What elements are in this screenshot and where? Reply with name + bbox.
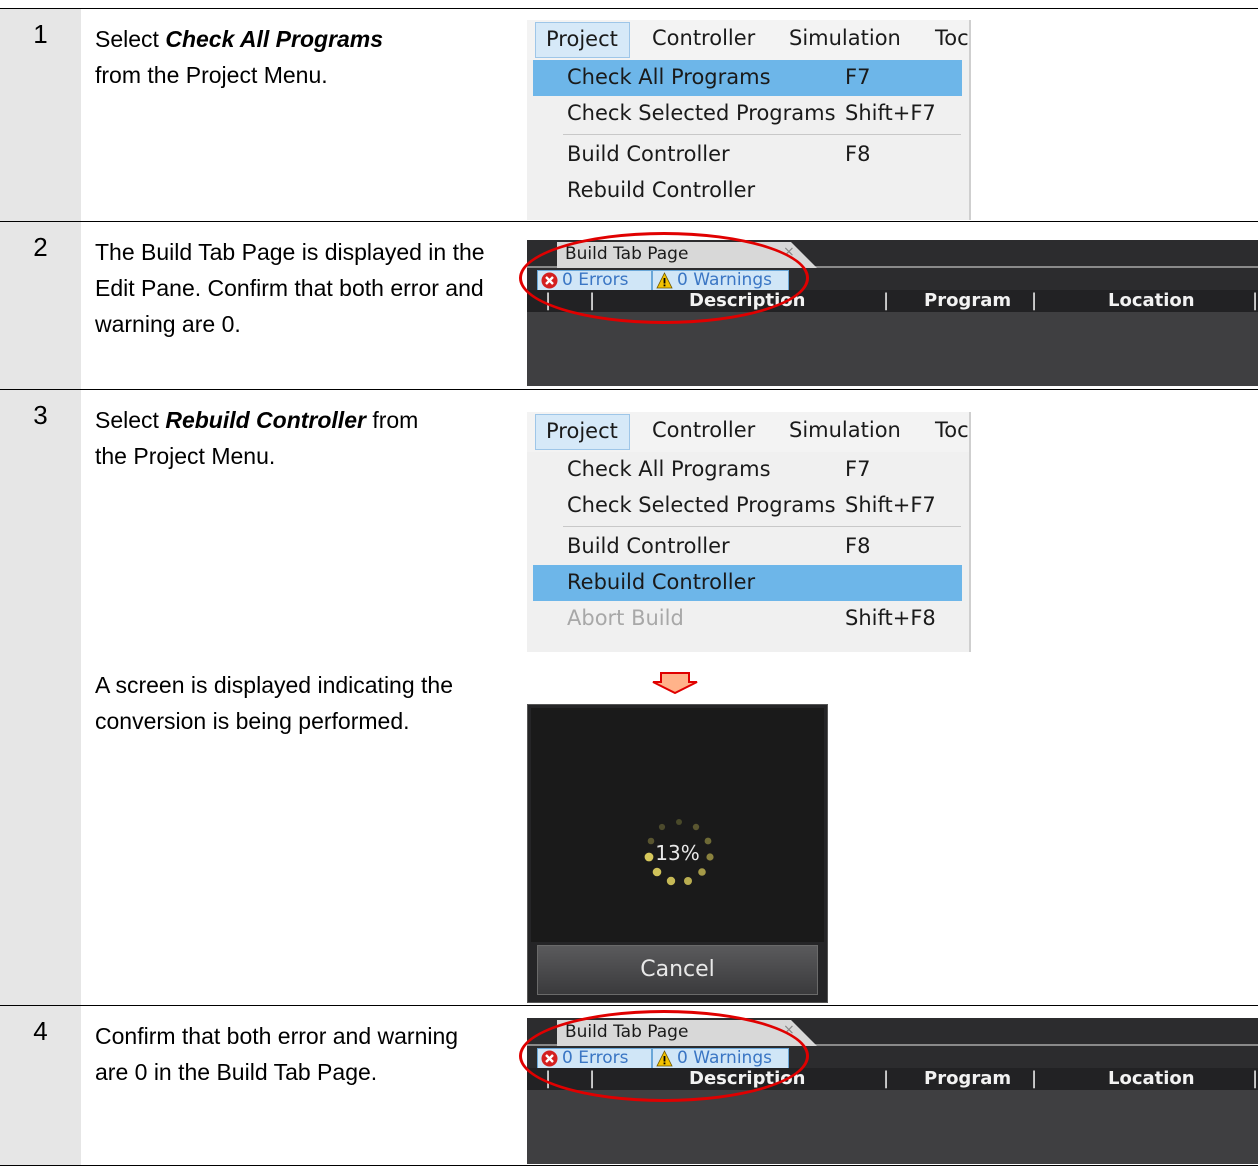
step-number: 1 [33,19,48,49]
step-number: 2 [33,232,48,262]
menu-item-abort-build[interactable]: Abort Build Shift+F8 [527,601,969,637]
cancel-button[interactable]: Cancel [537,945,818,995]
project-menu-screenshot: Project Controller Simulation Toc Check … [527,412,971,652]
menu-controller[interactable]: Controller [652,26,755,50]
step-description-continued: A screen is displayed indicating the con… [95,672,453,734]
down-arrow-icon [652,672,698,694]
menu-simulation[interactable]: Simulation [789,26,901,50]
step-number: 4 [33,1016,48,1046]
step-description: Select Check All Programs from the Proje… [95,26,384,88]
project-menu-screenshot: Project Controller Simulation Toc Check … [527,20,971,220]
bold-term: Check All Programs [165,26,384,52]
menu-separator [563,134,961,135]
column-location[interactable]: Location [1108,290,1195,311]
highlight-ellipse [519,1010,809,1102]
build-progress-dialog: 13% Cancel [527,704,828,1003]
menu-item-check-all-programs[interactable]: Check All Programs F7 [533,60,962,96]
menu-item-build-controller[interactable]: Build Controller F8 [527,529,969,565]
menu-item-check-selected-programs[interactable]: Check Selected Programs Shift+F7 [527,488,969,524]
menu-item-check-selected-programs[interactable]: Check Selected Programs Shift+F7 [527,96,969,132]
menu-bar: Project Controller Simulation Toc [527,412,969,452]
column-program[interactable]: Program [924,1068,1011,1089]
progress-percent: 13% [655,841,700,865]
step-description: The Build Tab Page is displayed in the E… [95,239,485,337]
menu-item-rebuild-controller[interactable]: Rebuild Controller [527,173,969,209]
menu-item-check-all-programs[interactable]: Check All Programs F7 [527,452,969,488]
menu-simulation[interactable]: Simulation [789,418,901,442]
menu-project[interactable]: Project [535,22,630,58]
step-number-column [0,390,81,1005]
step-description: Select Rebuild Controller from the Proje… [95,407,419,469]
menu-dropdown: Check All Programs F7 Check Selected Prog… [527,452,969,637]
menu-tools[interactable]: Toc [935,418,969,442]
menu-bar: Project Controller Simulation Toc [527,20,969,60]
step-number: 3 [33,400,48,430]
column-program[interactable]: Program [924,290,1011,311]
menu-dropdown: Check All Programs F7 Check Selected Prog… [527,60,969,209]
column-location[interactable]: Location [1108,1068,1195,1089]
bold-term: Rebuild Controller [165,407,366,433]
menu-project[interactable]: Project [535,414,630,450]
menu-tools[interactable]: Toc [935,26,969,50]
step-description: Confirm that both error and warning are … [95,1023,459,1085]
highlight-ellipse [519,232,809,324]
menu-item-rebuild-controller[interactable]: Rebuild Controller [533,565,962,601]
menu-item-build-controller[interactable]: Build Controller F8 [527,137,969,173]
menu-controller[interactable]: Controller [652,418,755,442]
menu-separator [563,526,961,527]
